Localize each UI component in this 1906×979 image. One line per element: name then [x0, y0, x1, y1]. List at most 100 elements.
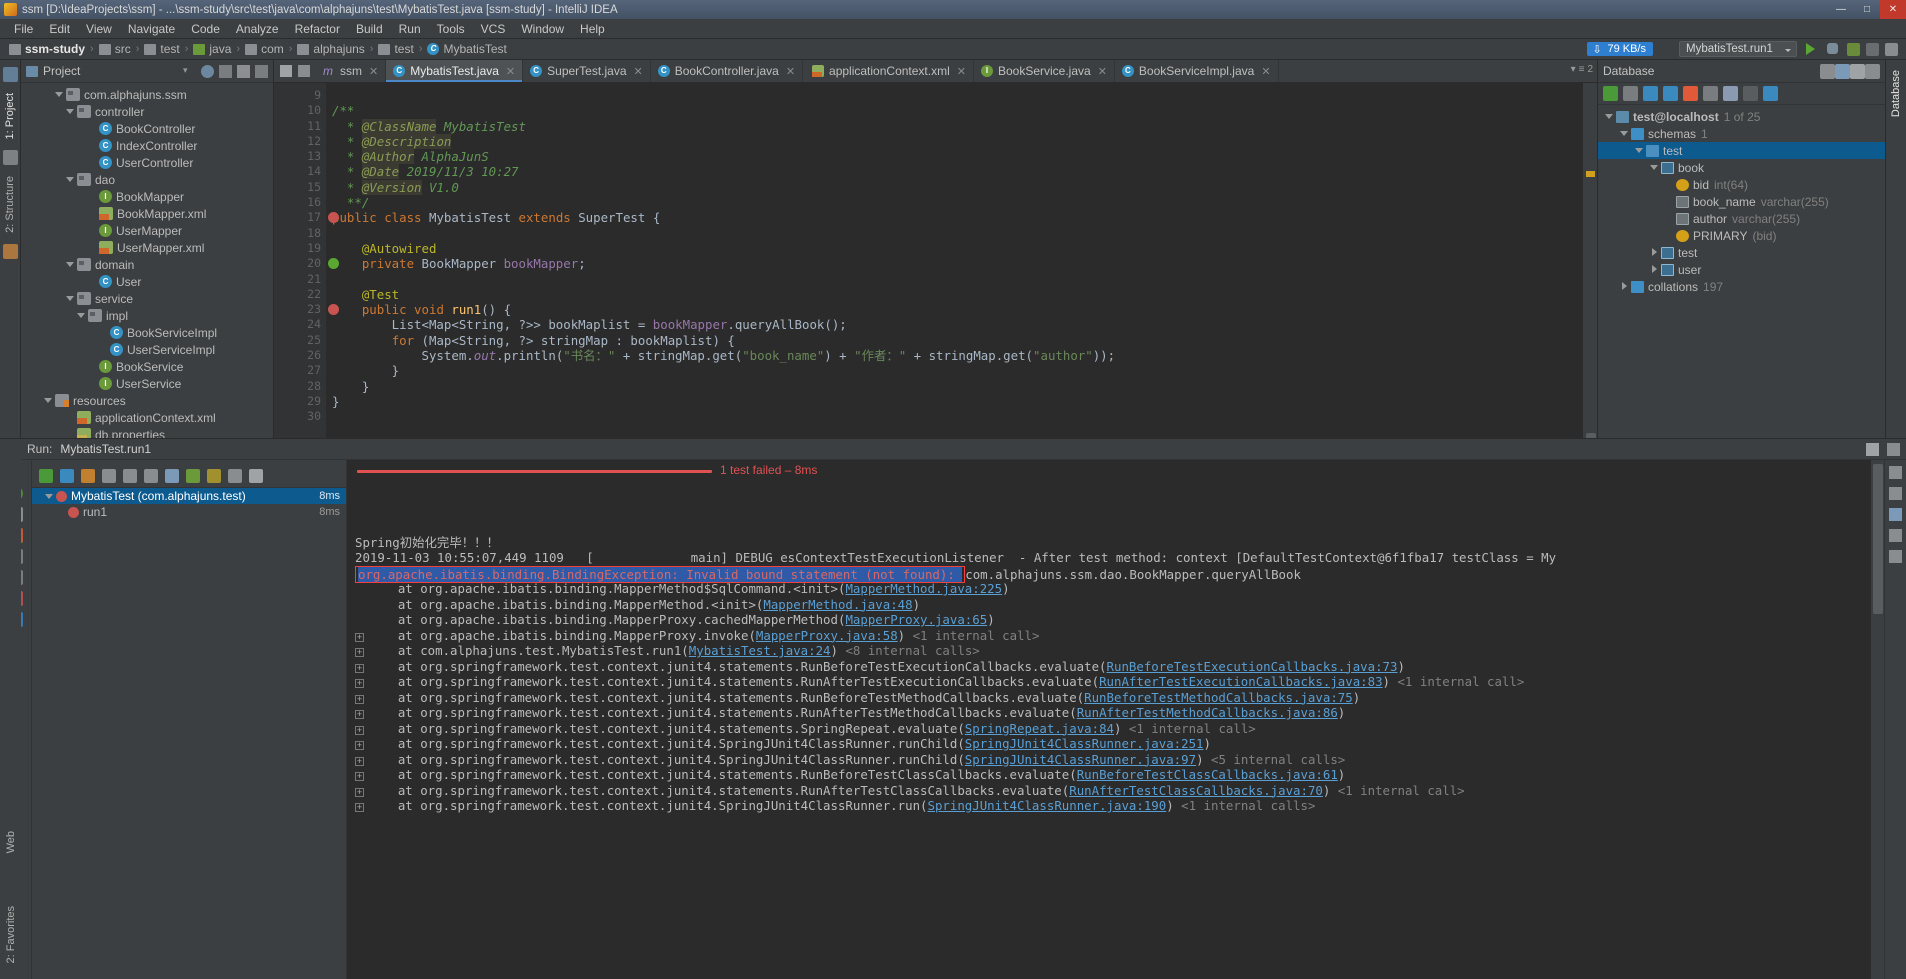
- print-icon[interactable]: [1889, 529, 1902, 542]
- test-results-tree[interactable]: MybatisTest (com.alphajuns.test) 8ms run1 8…: [32, 460, 347, 979]
- close-tab-icon[interactable]: ✕: [369, 65, 378, 78]
- gear-icon[interactable]: [1850, 63, 1865, 79]
- stack-frame-link[interactable]: RunAfterTestClassCallbacks.java:70: [1069, 783, 1323, 798]
- internal-calls-note[interactable]: <1 internal call>: [1390, 674, 1524, 689]
- hide-icon[interactable]: [1887, 442, 1900, 456]
- chevron-down-icon[interactable]: ▾: [1571, 64, 1576, 75]
- chevron-down-icon[interactable]: [65, 293, 76, 304]
- menu-navigate[interactable]: Navigate: [120, 21, 183, 37]
- chevron-down-icon[interactable]: [1619, 128, 1630, 139]
- expand-frame-icon[interactable]: +: [355, 679, 364, 688]
- gear-icon[interactable]: [249, 468, 263, 483]
- project-tree-item[interactable]: C User: [21, 273, 273, 290]
- expand-all-icon[interactable]: [123, 468, 137, 483]
- chevron-down-icon[interactable]: [65, 106, 76, 117]
- add-datasource-icon[interactable]: [1603, 86, 1618, 101]
- chevron-right-icon[interactable]: [1619, 281, 1630, 292]
- settings-icon[interactable]: [1820, 63, 1835, 79]
- menu-code[interactable]: Code: [183, 21, 228, 37]
- stack-frame-link[interactable]: MybatisTest.java:24: [689, 643, 831, 658]
- database-tree-item[interactable]: test: [1598, 142, 1885, 159]
- project-tree-item[interactable]: BookMapper.xml: [21, 205, 273, 222]
- breadcrumb-alphajuns[interactable]: alphajuns: [294, 42, 367, 56]
- menu-build[interactable]: Build: [348, 21, 391, 37]
- chevron-down-icon[interactable]: [43, 395, 54, 406]
- chevron-down-icon[interactable]: [1604, 111, 1615, 122]
- locate-icon[interactable]: [201, 64, 214, 78]
- history-icon[interactable]: [228, 468, 242, 483]
- project-tree-item[interactable]: I BookMapper: [21, 188, 273, 205]
- rerun-tests-icon[interactable]: [39, 468, 53, 483]
- breadcrumb-ssm-study[interactable]: ssm-study: [6, 42, 88, 56]
- project-tree-item[interactable]: dao: [21, 171, 273, 188]
- chevron-down-icon[interactable]: [54, 89, 65, 100]
- tool-tab-database[interactable]: Database: [1888, 64, 1904, 123]
- breadcrumb-java[interactable]: java: [190, 42, 234, 56]
- search-everywhere-icon[interactable]: [1885, 42, 1898, 56]
- internal-calls-note[interactable]: <1 internal call>: [1121, 721, 1256, 736]
- sql-console-icon[interactable]: [1743, 86, 1758, 101]
- expand-frame-icon[interactable]: +: [355, 632, 364, 642]
- run-button[interactable]: [1803, 41, 1819, 57]
- menu-help[interactable]: Help: [572, 21, 613, 37]
- tool-tab-web[interactable]: Web: [3, 825, 19, 859]
- close-tab-icon[interactable]: ✕: [1098, 65, 1107, 78]
- editor-tab-overflow[interactable]: ▾ ≡ 2: [1571, 64, 1593, 75]
- sort-alphabetically-icon[interactable]: [102, 468, 116, 483]
- copy-icon[interactable]: [1623, 86, 1638, 101]
- project-tool-icon[interactable]: [2, 67, 18, 82]
- run-coverage-button[interactable]: [1847, 42, 1860, 56]
- project-tree-item[interactable]: applicationContext.xml: [21, 409, 273, 426]
- ant-build-icon[interactable]: [2, 244, 18, 260]
- scroll-up-icon[interactable]: [1889, 466, 1902, 479]
- internal-calls-note[interactable]: <1 internal calls>: [1174, 798, 1315, 813]
- breadcrumb-test[interactable]: test: [141, 42, 182, 56]
- chevron-down-icon[interactable]: ▾: [183, 65, 196, 78]
- project-tree-item[interactable]: I UserMapper: [21, 222, 273, 239]
- project-tree-item[interactable]: C UserController: [21, 154, 273, 171]
- breadcrumb-src[interactable]: src: [96, 42, 134, 56]
- collapse-icon[interactable]: [1835, 63, 1850, 79]
- down-icon[interactable]: [186, 468, 200, 483]
- stack-frame-link[interactable]: RunBeforeTestMethodCallbacks.java:75: [1084, 690, 1353, 705]
- close-tab-icon[interactable]: ✕: [1261, 65, 1270, 78]
- breadcrumb-test-pkg[interactable]: test: [375, 42, 416, 56]
- project-tree-item[interactable]: controller: [21, 103, 273, 120]
- project-tree-item[interactable]: impl: [21, 307, 273, 324]
- editor-tab-ssm[interactable]: m ssm ✕: [316, 60, 387, 82]
- project-tree-item[interactable]: C BookController: [21, 120, 273, 137]
- database-tree-item[interactable]: bid int(64): [1598, 176, 1885, 193]
- gear-icon[interactable]: [1866, 442, 1879, 456]
- menu-edit[interactable]: Edit: [41, 21, 78, 37]
- tool-tab-structure[interactable]: 2: Structure: [2, 170, 18, 239]
- database-tree-item[interactable]: PRIMARY (bid): [1598, 227, 1885, 244]
- stop-icon[interactable]: [1683, 86, 1698, 101]
- stop-button[interactable]: [1866, 42, 1879, 56]
- database-tree-item[interactable]: test: [1598, 244, 1885, 261]
- project-tree-item[interactable]: com.alphajuns.ssm: [21, 86, 273, 103]
- stack-frame-link[interactable]: MapperProxy.java:65: [845, 612, 987, 627]
- expand-frame-icon[interactable]: +: [355, 741, 364, 750]
- menu-refactor[interactable]: Refactor: [287, 21, 348, 37]
- console-output[interactable]: 1 test failed – 8ms Spring初始化完毕！！！ 2019-1…: [347, 460, 1884, 979]
- chevron-right-icon[interactable]: [1649, 264, 1660, 275]
- chevron-down-icon[interactable]: [1634, 145, 1645, 156]
- tool-tab-favorites[interactable]: 2: Favorites: [3, 900, 19, 969]
- database-tree-item[interactable]: user: [1598, 261, 1885, 278]
- show-passed-icon[interactable]: [207, 468, 221, 483]
- test-tree-row[interactable]: MybatisTest (com.alphajuns.test) 8ms: [32, 488, 346, 504]
- close-tab-icon[interactable]: ✕: [786, 65, 795, 78]
- editor-tab-supertest-java[interactable]: C SuperTest.java ✕: [523, 60, 651, 82]
- project-tree-item[interactable]: I BookService: [21, 358, 273, 375]
- internal-calls-note[interactable]: <1 internal call>: [905, 628, 1040, 643]
- close-button[interactable]: ✕: [1880, 0, 1906, 19]
- expand-frame-icon[interactable]: +: [355, 725, 364, 735]
- window-controls[interactable]: — □ ✕: [1828, 0, 1906, 19]
- tool-tab-project[interactable]: 1: Project: [2, 87, 18, 145]
- menu-window[interactable]: Window: [513, 21, 572, 37]
- breadcrumb-com[interactable]: com: [242, 42, 287, 56]
- expand-frame-icon[interactable]: +: [355, 663, 364, 673]
- stack-frame-link[interactable]: RunAfterTestMethodCallbacks.java:86: [1077, 705, 1338, 720]
- stack-frame-link[interactable]: RunBeforeTestClassCallbacks.java:61: [1077, 767, 1338, 782]
- table-icon[interactable]: [1703, 86, 1718, 101]
